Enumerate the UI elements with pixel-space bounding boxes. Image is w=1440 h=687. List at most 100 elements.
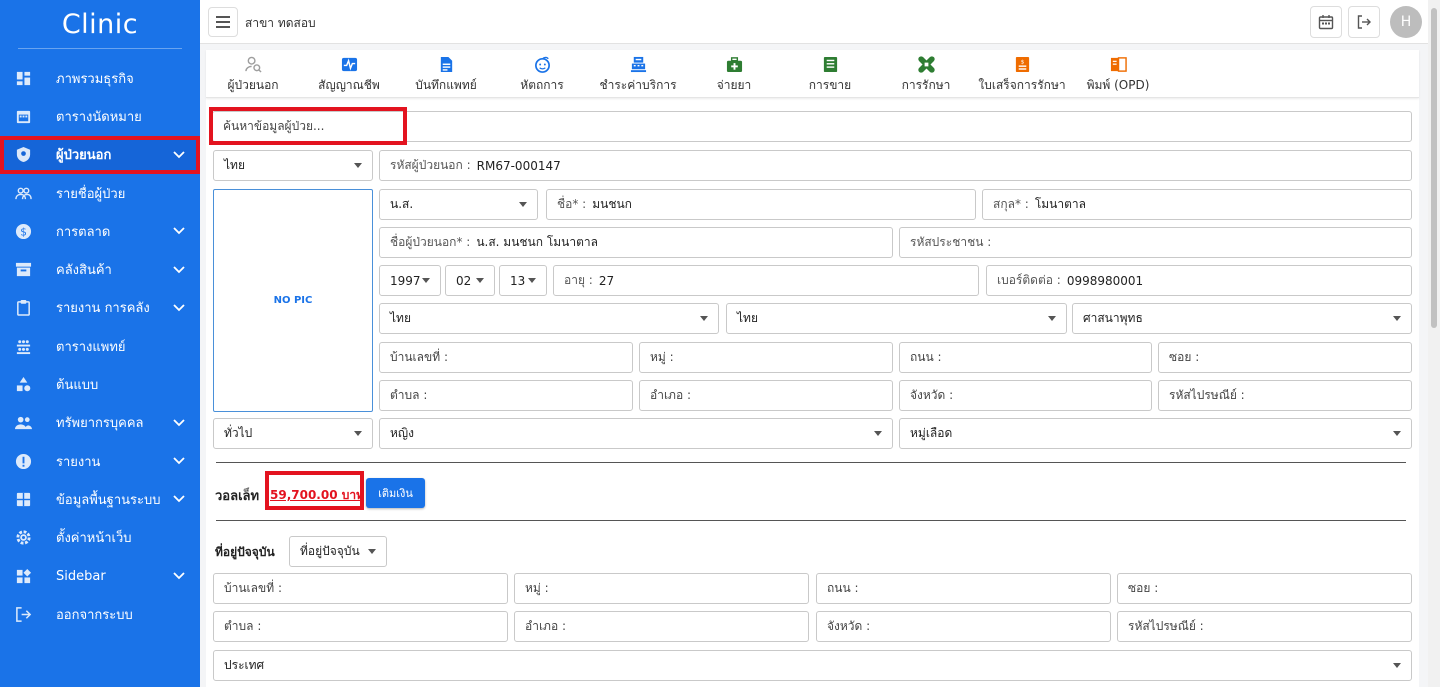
ethnicity-value: ไทย: [390, 311, 411, 325]
chevron-down-icon: [172, 492, 186, 506]
sidebar-item-5[interactable]: คลังสินค้า: [0, 250, 200, 288]
current-road-field[interactable]: ถนน :: [816, 573, 1111, 604]
patient-photo-placeholder[interactable]: NO PIC: [213, 189, 373, 412]
scrollbar-thumb[interactable]: [1431, 8, 1437, 328]
sidebar-item-12[interactable]: ตั้งค่าหน้าเว็บ: [0, 519, 200, 557]
tab-8[interactable]: $ ใบเสร็จการรักษา: [972, 55, 1072, 95]
tab-3[interactable]: หัตถการ: [492, 55, 592, 95]
soi-field[interactable]: ซอย :: [1158, 342, 1412, 373]
tab-label: พิมพ์ (OPD): [1086, 78, 1150, 92]
nation-select[interactable]: ไทย: [726, 303, 1067, 334]
sidebar-item-0[interactable]: ภาพรวมธุรกิจ: [0, 59, 200, 97]
current-soi-field[interactable]: ซอย :: [1117, 573, 1412, 604]
province-caption: จังหวัด :: [827, 619, 871, 633]
sidebar-item-3[interactable]: รายชื่อผู้ป่วย: [0, 174, 200, 212]
grid-plus-icon: [14, 490, 32, 508]
prefix-select[interactable]: น.ส.: [379, 189, 538, 220]
blood-group-value: หมู่เลือด: [910, 426, 953, 440]
sidebar-item-9[interactable]: ทรัพยากรบุคคล: [0, 404, 200, 442]
group-icon: [14, 184, 32, 202]
postcode-field[interactable]: รหัสไปรษณีย์ :: [1158, 380, 1412, 411]
calendar-button[interactable]: [1310, 6, 1342, 38]
gender-select[interactable]: หญิง: [379, 418, 893, 449]
current-district-field[interactable]: อำเภอ :: [514, 611, 809, 642]
tab-2[interactable]: บันทึกแพทย์: [396, 55, 496, 95]
chevron-down-icon: [172, 454, 186, 468]
avatar[interactable]: H: [1390, 6, 1422, 38]
current-subdistrict-field[interactable]: ตำบล :: [213, 611, 508, 642]
sidebar-item-4[interactable]: $ การตลาด: [0, 212, 200, 250]
full-name-field[interactable]: ชื่อผู้ป่วยนอก* : น.ส. มนชนก โมนาตาล: [379, 227, 893, 258]
sidebar-item-7[interactable]: ตารางแพทย์: [0, 327, 200, 365]
current-house-no-field[interactable]: บ้านเลขที่ :: [213, 573, 508, 604]
country-select[interactable]: ประเทศ: [213, 650, 1412, 681]
sidebar-item-11[interactable]: ข้อมูลพื้นฐานระบบ: [0, 480, 200, 518]
blood-group-select[interactable]: หมู่เลือด: [899, 418, 1412, 449]
district-field[interactable]: อำเภอ :: [639, 380, 893, 411]
district-caption: อำเภอ :: [650, 388, 692, 402]
alert-icon: [14, 452, 32, 470]
sidebar-item-label: ภาพรวมธุรกิจ: [56, 71, 134, 87]
age-value: 27: [598, 273, 615, 288]
topup-button[interactable]: เติมเงิน: [366, 478, 425, 508]
page-scrollbar[interactable]: [1428, 0, 1440, 687]
cashier-icon: [629, 55, 647, 73]
menu-toggle-button[interactable]: [208, 7, 238, 37]
tab-4[interactable]: ชำระค่าบริการ: [588, 55, 688, 95]
sidebar-item-label: Sidebar: [56, 568, 106, 584]
medkit-icon: [725, 55, 743, 73]
province-field[interactable]: จังหวัด :: [899, 380, 1152, 411]
road-caption: ถนน :: [910, 350, 942, 364]
sidebar-item-13[interactable]: Sidebar: [0, 557, 200, 595]
caret-down-icon: [528, 278, 536, 283]
sidebar-item-1[interactable]: ตารางนัดหมาย: [0, 97, 200, 135]
gender-value: หญิง: [390, 426, 414, 440]
tab-6[interactable]: การขาย: [780, 55, 880, 95]
current-moo-field[interactable]: หมู่ :: [514, 573, 809, 604]
tab-9[interactable]: พิมพ์ (OPD): [1068, 55, 1168, 95]
logout-button[interactable]: [1348, 6, 1380, 38]
caret-down-icon: [368, 549, 376, 554]
moo-field[interactable]: หมู่ :: [639, 342, 893, 373]
sidebar-item-14[interactable]: ออกจากระบบ: [0, 595, 200, 633]
tab-bar: ผู้ป่วยนอก สัญญาณชีพ บันทึกแพทย์ หัตถการ ชำร…: [206, 50, 1419, 98]
tab-5[interactable]: จ่ายยา: [684, 55, 784, 95]
sidebar-item-label: ผู้ป่วยนอก: [56, 148, 112, 164]
birth-month-select[interactable]: 02: [445, 265, 495, 296]
patient-type-select[interactable]: ทั่วไป: [213, 418, 373, 449]
tab-label: ผู้ป่วยนอก: [227, 78, 279, 92]
sidebar-nav: ภาพรวมธุรกิจตารางนัดหมายผู้ป่วยนอกรายชื่…: [0, 59, 200, 633]
sidebar-item-2[interactable]: ผู้ป่วยนอก: [0, 135, 200, 174]
current-province-field[interactable]: จังหวัด :: [816, 611, 1111, 642]
tab-0[interactable]: ผู้ป่วยนอก: [203, 55, 303, 95]
id-card-field[interactable]: รหัสประชาชน :: [899, 227, 1412, 258]
patient-code-field[interactable]: รหัสผู้ป่วยนอก : RM67-000147: [379, 150, 1412, 181]
road-field[interactable]: ถนน :: [899, 342, 1152, 373]
tab-7[interactable]: การรักษา: [876, 55, 976, 95]
sidebar-item-8[interactable]: ต้นแบบ: [0, 365, 200, 403]
svg-text:$: $: [20, 226, 27, 238]
subdistrict-field[interactable]: ตำบล :: [379, 380, 633, 411]
last-name-caption: สกุล* :: [993, 197, 1029, 211]
phone-field[interactable]: เบอร์ติดต่อ : 0998980001: [986, 265, 1412, 296]
postcode-caption: รหัสไปรษณีย์ :: [1128, 619, 1204, 633]
birth-year-select[interactable]: 1997: [379, 265, 441, 296]
nationality-select[interactable]: ไทย: [213, 150, 373, 181]
religion-select[interactable]: ศาสนาพุทธ: [1072, 303, 1412, 334]
ethnicity-select[interactable]: ไทย: [379, 303, 719, 334]
current-postcode-field[interactable]: รหัสไปรษณีย์ :: [1117, 611, 1412, 642]
caret-down-icon: [874, 431, 882, 436]
sidebar-item-10[interactable]: รายงาน: [0, 442, 200, 480]
tab-label: การรักษา: [901, 78, 951, 92]
first-name-field[interactable]: ชื่อ* : มนชนก: [546, 189, 976, 220]
province-caption: จังหวัด :: [910, 388, 954, 402]
invoice-icon: $: [1013, 55, 1031, 73]
sidebar-item-label: ตารางแพทย์: [56, 339, 126, 355]
age-field[interactable]: อายุ : 27: [553, 265, 979, 296]
last-name-field[interactable]: สกุล* : โมนาตาล: [982, 189, 1412, 220]
current-address-select[interactable]: ที่อยู่ปัจจุบัน: [289, 536, 387, 567]
birth-day-select[interactable]: 13: [499, 265, 547, 296]
house-no-field[interactable]: บ้านเลขที่ :: [379, 342, 633, 373]
tab-1[interactable]: สัญญาณชีพ: [299, 55, 399, 95]
sidebar-item-6[interactable]: รายงาน การคลัง: [0, 289, 200, 327]
